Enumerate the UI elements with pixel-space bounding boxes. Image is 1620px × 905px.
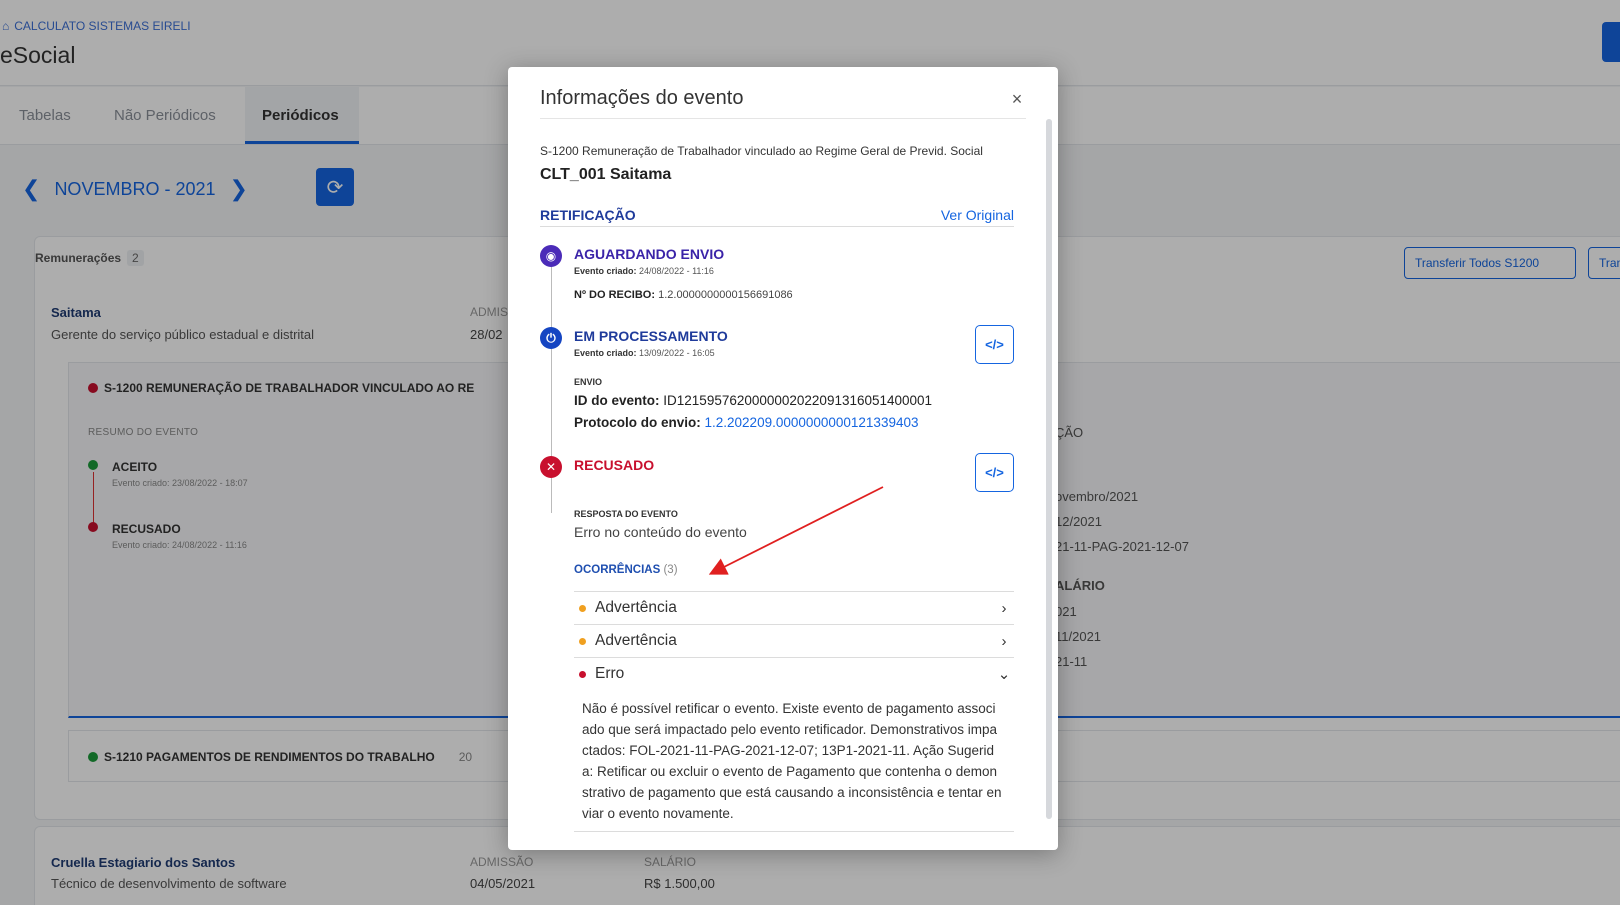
close-icon[interactable]: × xyxy=(1008,89,1026,110)
protocol: Protocolo do envio: 1.2.202209.000000000… xyxy=(574,415,919,430)
code-button[interactable]: </> xyxy=(975,325,1014,364)
response-value: Erro no conteúdo do evento xyxy=(574,524,747,540)
occurrence-label: Erro xyxy=(595,665,625,682)
worker-name: CLT_001 Saitama xyxy=(540,166,672,183)
section-title: RETIFICAÇÃO xyxy=(540,207,636,223)
occurrences-count: (3) xyxy=(663,564,678,576)
occurrences-header: OCORRÊNCIAS (3) xyxy=(574,564,678,576)
event-info-modal: Informações do evento × S-1200 Remuneraç… xyxy=(508,67,1058,850)
error-icon: ✕ xyxy=(540,456,562,478)
envio-label: ENVIO xyxy=(574,377,603,387)
occurrence-label: Advertência xyxy=(595,599,677,616)
processing-icon: ⏻ xyxy=(540,327,562,349)
occurrence-label: Advertência xyxy=(595,632,677,649)
status-dot xyxy=(579,637,586,645)
chevron-right-icon: › xyxy=(1001,632,1007,650)
status-dot xyxy=(579,670,586,678)
event-type: S-1200 Remuneração de Trabalhador vincul… xyxy=(540,144,983,158)
status-date: Evento criado: 24/08/2022 - 11:16 xyxy=(574,266,714,276)
status-dot xyxy=(579,604,586,612)
code-button[interactable]: </> xyxy=(975,453,1014,492)
occurrence-detail: Não é possível retificar o evento. Exist… xyxy=(582,701,1002,821)
chevron-down-icon: ⌄ xyxy=(997,666,1011,683)
chevron-right-icon: › xyxy=(1001,599,1007,617)
status-title-recusado: RECUSADO xyxy=(574,457,655,473)
divider xyxy=(540,226,1014,227)
status-date: Evento criado: 13/09/2022 - 16:05 xyxy=(574,348,715,358)
clock-icon: ◉ xyxy=(540,245,562,267)
divider xyxy=(574,831,1014,832)
response-label: RESPOSTA DO EVENTO xyxy=(574,509,678,519)
modal-title: Informações do evento xyxy=(540,87,744,109)
protocol-link[interactable]: 1.2.202209.0000000000121339403 xyxy=(705,415,919,430)
scrollbar-thumb[interactable] xyxy=(1046,119,1052,819)
status-title-processamento: EM PROCESSAMENTO xyxy=(574,328,728,344)
ver-original-link[interactable]: Ver Original xyxy=(908,207,1014,223)
status-title-aguardando: AGUARDANDO ENVIO xyxy=(574,246,725,262)
occurrence-item-warning[interactable]: Advertência › xyxy=(574,624,1014,657)
recibo-number: Nº DO RECIBO: 1.2.0000000000156691086 xyxy=(574,289,793,301)
event-id: ID do evento: ID121595762000000202209131… xyxy=(574,393,933,408)
divider xyxy=(540,118,1026,119)
occurrence-item-warning[interactable]: Advertência › xyxy=(574,591,1014,624)
occurrence-item-error[interactable]: Erro ⌄ xyxy=(574,657,1014,690)
